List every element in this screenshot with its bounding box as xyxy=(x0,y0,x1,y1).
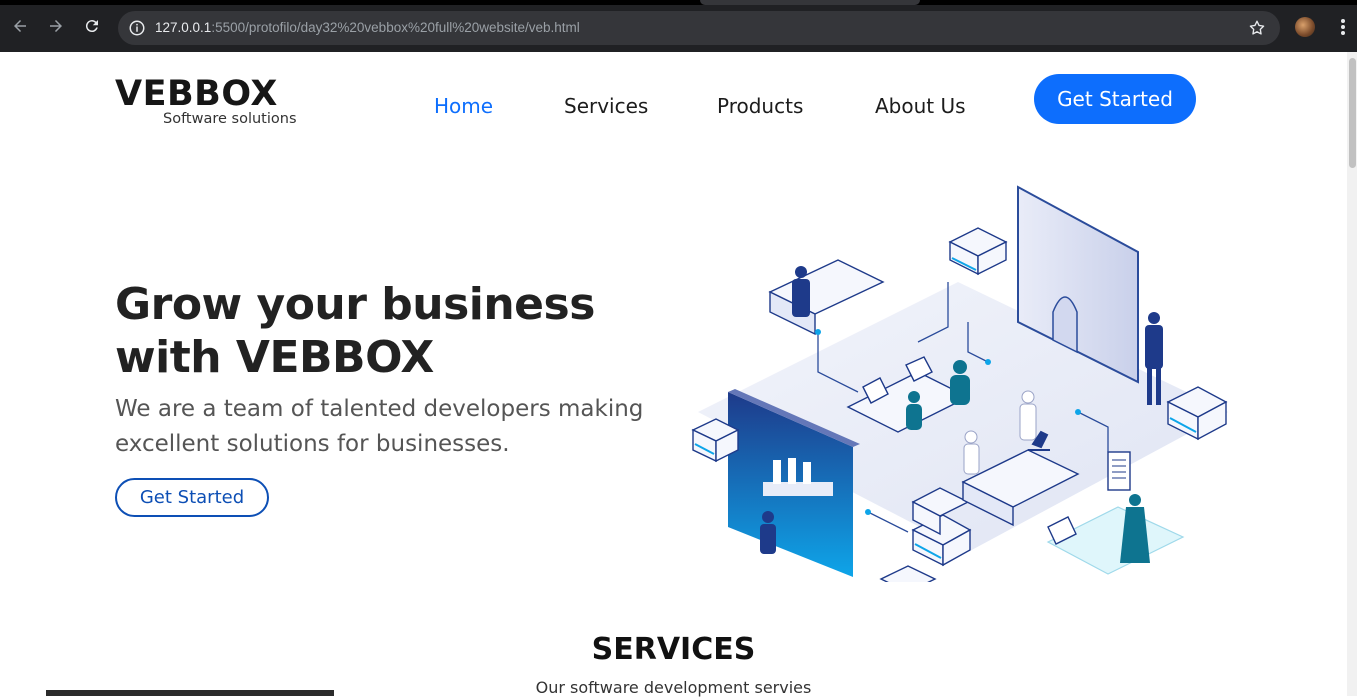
get-started-nav-button[interactable]: Get Started xyxy=(1034,74,1196,124)
back-icon[interactable] xyxy=(8,14,32,38)
url-host: 127.0.0.1 xyxy=(155,20,212,35)
services-heading: SERVICES xyxy=(591,632,756,667)
page-scrollbar[interactable] xyxy=(1347,52,1357,696)
hero-subtitle: We are a team of talented developers mak… xyxy=(115,396,644,457)
reload-icon[interactable] xyxy=(80,14,104,38)
hero-title-line-2: with VEBBOX xyxy=(115,332,434,383)
nav-home[interactable]: Home xyxy=(434,94,493,118)
logo-title: VEBBOX xyxy=(115,74,278,114)
logo[interactable]: VEBBOX Software solutions xyxy=(115,74,297,127)
scrollbar-thumb[interactable] xyxy=(1349,58,1356,168)
get-started-hero-button[interactable]: Get Started xyxy=(115,478,269,517)
hero-title: Grow your business with VEBBOX xyxy=(115,278,675,384)
nav-products[interactable]: Products xyxy=(717,94,803,118)
logo-subtitle: Software solutions xyxy=(163,111,297,127)
profile-avatar[interactable] xyxy=(1295,17,1315,37)
site-info-icon[interactable] xyxy=(128,19,146,37)
forward-icon[interactable] xyxy=(44,14,68,38)
menu-kebab-icon[interactable] xyxy=(1334,17,1352,37)
nav-about-us[interactable]: About Us xyxy=(875,94,966,118)
taskbar-edge xyxy=(46,690,334,696)
url-text[interactable]: 127.0.0.1:5500/protofilo/day32%20vebbox%… xyxy=(155,20,580,35)
url-path: :5500/protofilo/day32%20vebbox%20full%20… xyxy=(211,20,580,35)
nav-services[interactable]: Services xyxy=(564,94,648,118)
address-bar[interactable]: 127.0.0.1:5500/protofilo/day32%20vebbox%… xyxy=(118,11,1280,45)
tab-strip-edge xyxy=(0,0,1357,5)
hero-title-line-1: Grow your business xyxy=(115,279,595,330)
page: VEBBOX Software solutions Home Services … xyxy=(0,52,1347,697)
active-tab-edge xyxy=(700,0,920,5)
hero-illustration xyxy=(691,185,1228,582)
browser-toolbar: 127.0.0.1:5500/protofilo/day32%20vebbox%… xyxy=(0,0,1357,52)
bookmark-star-icon[interactable] xyxy=(1248,19,1266,37)
